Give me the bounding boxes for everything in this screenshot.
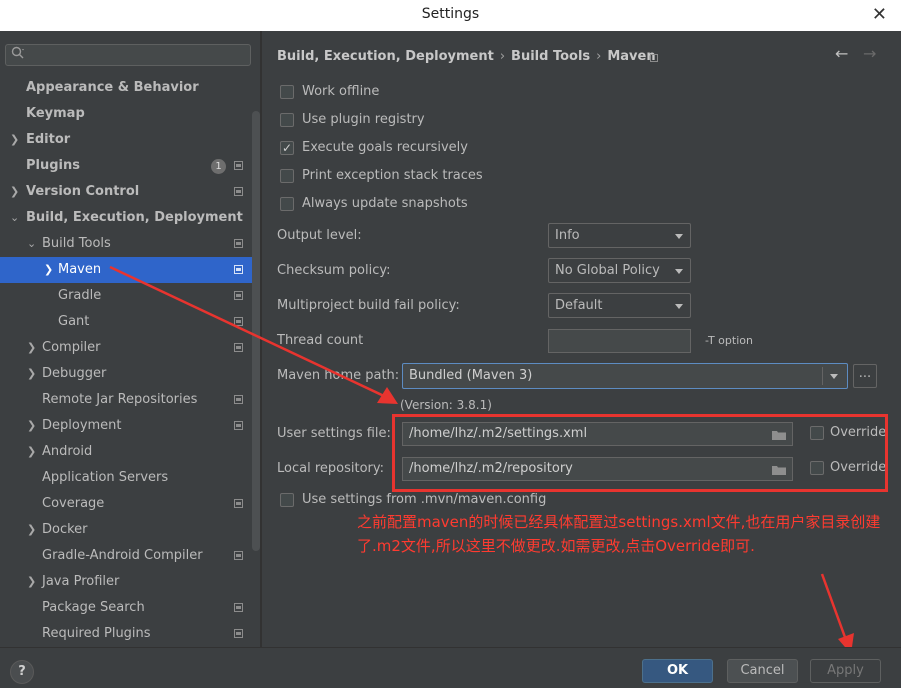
dialog-button-bar: ? OK Cancel Apply bbox=[0, 647, 901, 688]
annotation-arrow-line bbox=[109, 265, 385, 398]
apply-button[interactable]: Apply bbox=[810, 659, 881, 683]
help-button[interactable]: ? bbox=[10, 660, 34, 684]
annotation-arrow-line bbox=[820, 573, 848, 641]
cancel-button[interactable]: Cancel bbox=[727, 659, 798, 683]
annotation-arrows bbox=[109, 265, 854, 654]
ok-button[interactable]: OK bbox=[642, 659, 713, 683]
